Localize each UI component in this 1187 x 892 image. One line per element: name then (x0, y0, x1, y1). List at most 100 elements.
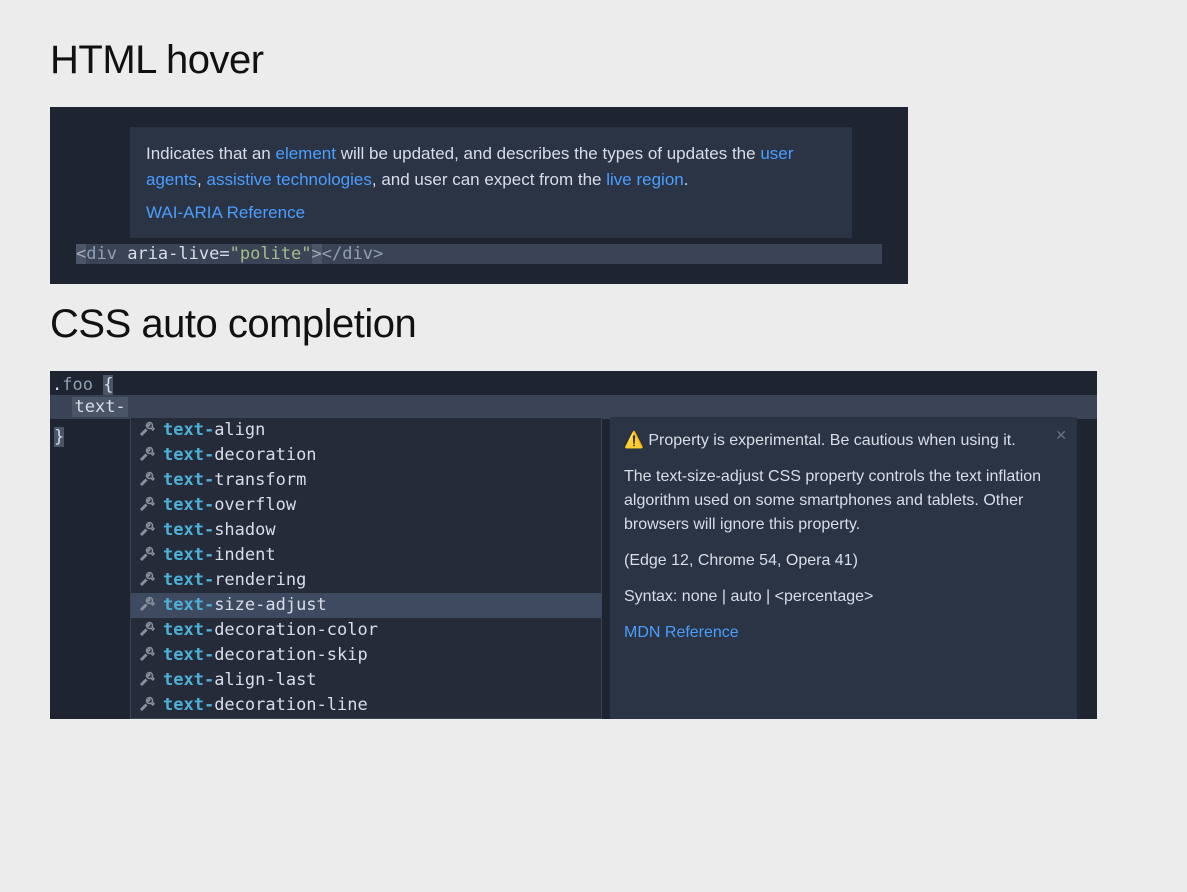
completion-label: text-size-adjust (163, 595, 327, 615)
completion-label: text-decoration-skip (163, 645, 368, 665)
completion-rest: decoration-line (214, 695, 368, 715)
completion-label: text-rendering (163, 570, 306, 590)
tooltip-text: Indicates that an (146, 144, 275, 163)
code-line[interactable]: .foo { (50, 375, 1097, 395)
completion-item[interactable]: text-indent (131, 543, 601, 568)
completion-rest: decoration-color (214, 620, 378, 640)
completion-rest: rendering (214, 570, 306, 590)
completion-item[interactable]: text-decoration-line (131, 693, 601, 718)
wrench-icon (139, 445, 155, 466)
completion-rest: overflow (214, 495, 296, 515)
completion-match: text- (163, 595, 214, 615)
section-heading-css-completion: CSS auto completion (50, 302, 1137, 347)
wrench-icon (139, 495, 155, 516)
completion-rest: decoration-skip (214, 645, 368, 665)
tooltip-link-live-region[interactable]: live region (606, 170, 684, 189)
completion-label: text-align-last (163, 670, 317, 690)
tooltip-text: . (684, 170, 689, 189)
completion-label: text-shadow (163, 520, 276, 540)
completion-match: text- (163, 470, 214, 490)
completion-item[interactable]: text-transform (131, 468, 601, 493)
completion-label: text-align (163, 420, 265, 440)
code-line[interactable]: <div aria-live="polite"></div> (76, 244, 882, 264)
completion-match: text- (163, 620, 214, 640)
doc-warning-text: Property is experimental. Be cautious wh… (644, 432, 1016, 449)
completion-match: text- (163, 670, 214, 690)
hover-tooltip: Indicates that an element will be update… (130, 127, 852, 238)
completion-match: text- (163, 445, 214, 465)
close-icon[interactable]: ✕ (1055, 425, 1067, 446)
completion-rest: align-last (214, 670, 316, 690)
code-value: polite (240, 244, 301, 264)
completion-match: text- (163, 520, 214, 540)
completion-item[interactable]: text-size-adjust (131, 593, 601, 618)
code-line-input[interactable]: text- (50, 395, 1097, 419)
completion-item[interactable]: text-shadow (131, 518, 601, 543)
css-code-block: .foo { text- } text-aligntext-decoration… (50, 371, 1097, 719)
completion-item[interactable]: text-align-last (131, 668, 601, 693)
completion-label: text-decoration-color (163, 620, 378, 640)
completion-match: text- (163, 495, 214, 515)
wrench-icon (139, 620, 155, 641)
code-attr: aria-live (127, 244, 219, 264)
html-hover-panel: Indicates that an element will be update… (50, 107, 908, 284)
typed-text: text- (72, 397, 127, 417)
completion-item[interactable]: text-overflow (131, 493, 601, 518)
completion-match: text- (163, 420, 214, 440)
wrench-icon (139, 645, 155, 666)
wrench-icon (139, 670, 155, 691)
completion-item[interactable]: text-align (131, 418, 601, 443)
completion-item[interactable]: text-rendering (131, 568, 601, 593)
code-selector: foo (62, 375, 93, 395)
completion-rest: align (214, 420, 265, 440)
code-tag: /div (332, 244, 373, 264)
wrench-icon (139, 420, 155, 441)
completion-container: text-aligntext-decorationtext-transformt… (50, 417, 1097, 719)
code-bracket: < (322, 244, 332, 264)
doc-reference-link[interactable]: MDN Reference (624, 624, 739, 641)
css-completion-panel: .foo { text- } text-aligntext-decoration… (50, 371, 1097, 719)
completion-label: text-decoration (163, 445, 317, 465)
completion-item[interactable]: text-decoration-color (131, 618, 601, 643)
completion-rest: transform (214, 470, 306, 490)
wrench-icon (139, 595, 155, 616)
warning-icon: ⚠️ (624, 429, 644, 453)
completion-item[interactable]: text-decoration (131, 443, 601, 468)
completion-match: text- (163, 570, 214, 590)
completion-label: text-overflow (163, 495, 296, 515)
completion-rest: size-adjust (214, 595, 327, 615)
wrench-icon (139, 545, 155, 566)
tooltip-link-assistive-technologies[interactable]: assistive technologies (207, 170, 372, 189)
completion-label: text-decoration-line (163, 695, 368, 715)
completion-match: text- (163, 695, 214, 715)
completion-rest: shadow (214, 520, 275, 540)
wrench-icon (139, 695, 155, 716)
code-eq: = (219, 244, 229, 264)
code-bracket: > (373, 244, 383, 264)
code-space (93, 375, 103, 395)
wrench-icon (139, 570, 155, 591)
doc-description: The text-size-adjust CSS property contro… (624, 465, 1063, 537)
code-quote: " (301, 244, 311, 264)
section-heading-html-hover: HTML hover (50, 38, 1137, 83)
completion-rest: decoration (214, 445, 316, 465)
code-quote: " (230, 244, 240, 264)
code-dot: . (52, 375, 62, 395)
code-tag: div (86, 244, 117, 264)
code-bracket: > (312, 244, 322, 264)
wrench-icon (139, 470, 155, 491)
completion-doc-panel: ✕ ⚠️ Property is experimental. Be cautio… (610, 417, 1077, 719)
tooltip-link-element[interactable]: element (275, 144, 335, 163)
code-space (117, 244, 127, 264)
tooltip-text: , and user can expect from the (372, 170, 606, 189)
tooltip-text: will be updated, and describes the types… (336, 144, 760, 163)
completion-label: text-indent (163, 545, 276, 565)
completion-item[interactable]: text-decoration-skip (131, 643, 601, 668)
completion-label: text-transform (163, 470, 306, 490)
code-bracket: < (76, 244, 86, 264)
code-indent (52, 397, 72, 417)
completion-list[interactable]: text-aligntext-decorationtext-transformt… (130, 417, 602, 719)
doc-warning: ⚠️ Property is experimental. Be cautious… (624, 429, 1063, 453)
completion-match: text- (163, 545, 214, 565)
tooltip-reference-link[interactable]: WAI-ARIA Reference (146, 200, 305, 226)
